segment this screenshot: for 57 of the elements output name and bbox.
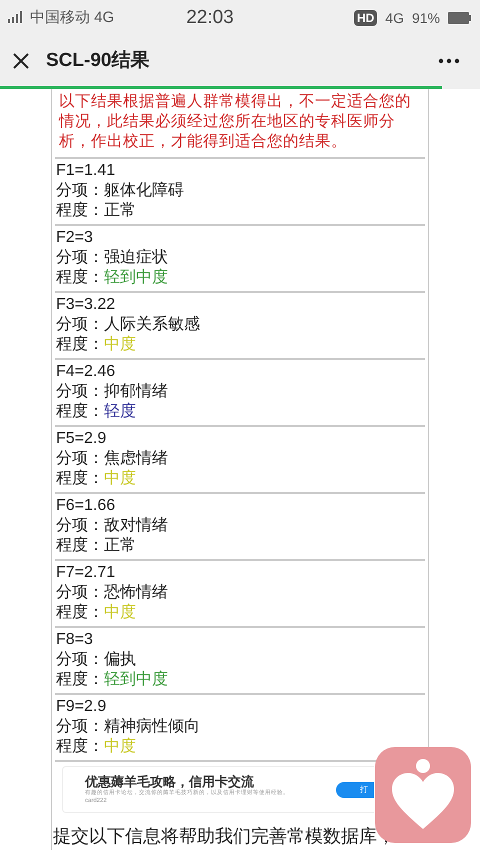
- score-text: F4=2.46: [56, 362, 116, 382]
- degree-label: 程度：: [56, 268, 104, 288]
- degree-value: 中度: [104, 335, 136, 355]
- close-icon[interactable]: [12, 52, 30, 70]
- degree-value: 正常: [104, 536, 136, 556]
- clock: 22:03: [186, 6, 234, 30]
- factor-label: 分项：: [56, 382, 104, 402]
- degree-label: 程度：: [56, 402, 104, 422]
- degree-label: 程度：: [56, 603, 104, 623]
- factor-name: 强迫症状: [104, 248, 168, 268]
- factor-name: 精神病性倾向: [104, 717, 200, 737]
- factor-label: 分项：: [56, 516, 104, 536]
- degree-value: 轻到中度: [104, 268, 168, 288]
- factor-label: 分项：: [56, 449, 104, 469]
- degree-value: 中度: [104, 469, 136, 489]
- degree-value: 正常: [104, 201, 136, 221]
- degree-label: 程度：: [56, 469, 104, 489]
- score-text: F2=3: [56, 228, 93, 248]
- factor-label: 分项：: [56, 315, 104, 335]
- factor-name: 抑郁情绪: [104, 382, 168, 402]
- score-text: F7=2.71: [56, 563, 116, 583]
- factor-name: 焦虑情绪: [104, 449, 168, 469]
- factor-name: 敌对情绪: [104, 516, 168, 536]
- hd-indicator: HD: [354, 10, 378, 26]
- degree-label: 程度：: [56, 201, 104, 221]
- degree-label: 程度：: [56, 737, 104, 757]
- score-text: F3=3.22: [56, 295, 116, 315]
- heart-icon: [392, 759, 454, 831]
- degree-label: 程度：: [56, 670, 104, 690]
- score-text: F8=3: [56, 630, 93, 650]
- factor-name: 躯体化障碍: [104, 181, 184, 201]
- score-text: F1=1.41: [56, 161, 116, 181]
- more-icon[interactable]: [438, 58, 460, 64]
- degree-label: 程度：: [56, 335, 104, 355]
- page-title: SCL-90结果: [46, 48, 150, 73]
- notice-text: 以下结果根据普遍人群常模得出，不一定适合您的情况，此结果必须经过您所在地区的专科医师分析，作出校正，才能得到适合您的结果。: [58, 92, 412, 152]
- score-text: F6=1.66: [56, 496, 116, 516]
- degree-value: 轻度: [104, 402, 136, 422]
- factor-label: 分项：: [56, 717, 104, 737]
- score-text: F5=2.9: [56, 429, 106, 449]
- degree-value: 轻到中度: [104, 670, 168, 690]
- score-text: F9=2.9: [56, 697, 106, 717]
- network-text: 4G: [385, 8, 404, 28]
- degree-value: 中度: [104, 603, 136, 623]
- factor-label: 分项：: [56, 583, 104, 603]
- factor-name: 人际关系敏感: [104, 315, 200, 335]
- battery-icon: [448, 12, 472, 24]
- battery-text: 91%: [412, 8, 440, 28]
- carrier-text: 中国移动 4G: [30, 8, 114, 28]
- degree-value: 中度: [104, 737, 136, 757]
- factor-name: 偏执: [104, 650, 136, 670]
- degree-label: 程度：: [56, 536, 104, 556]
- factor-label: 分项：: [56, 650, 104, 670]
- factor-label: 分项：: [56, 248, 104, 268]
- ad-title: 优惠薅羊毛攻略，信用卡交流: [85, 774, 255, 789]
- factor-label: 分项：: [56, 181, 104, 201]
- factor-name: 恐怖情绪: [104, 583, 168, 603]
